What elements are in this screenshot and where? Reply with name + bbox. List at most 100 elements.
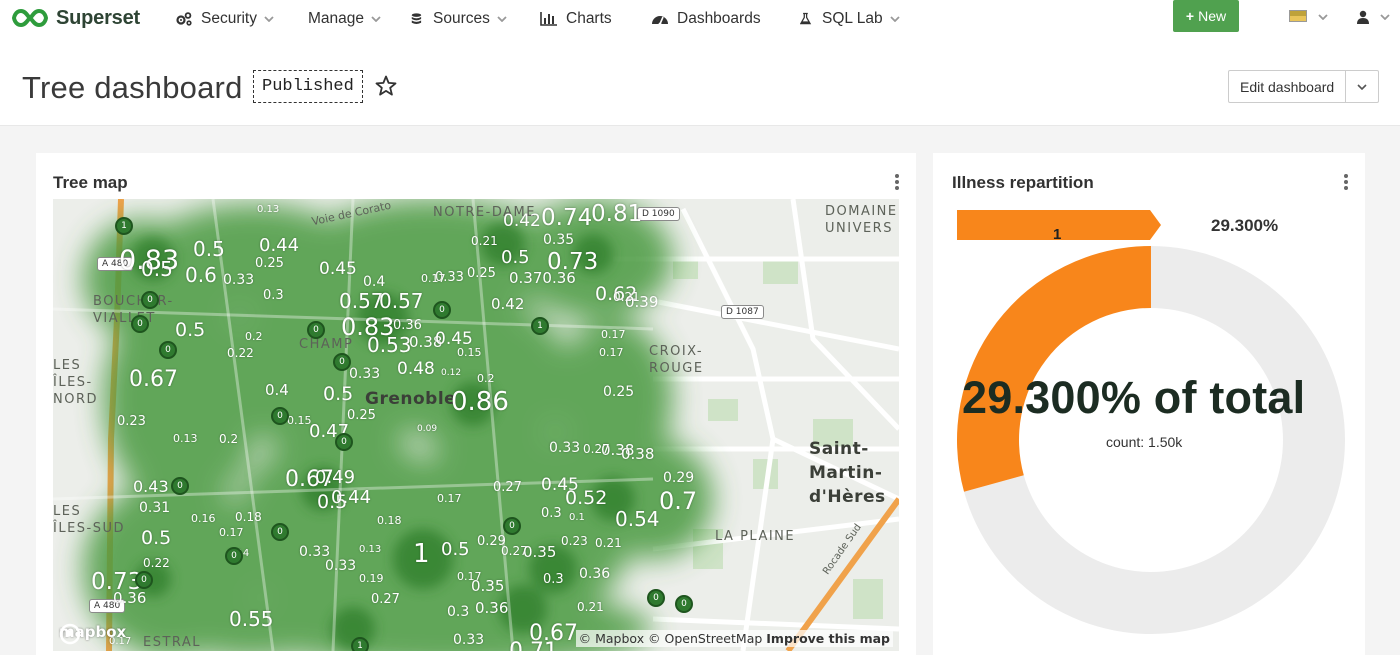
heat-value-label: 0.2 <box>219 432 239 446</box>
superset-infinity-icon <box>12 8 48 28</box>
heat-cluster-marker[interactable]: 0 <box>225 547 243 565</box>
more-vertical-icon[interactable] <box>894 173 900 191</box>
heat-value-label: 0.57 <box>339 289 384 313</box>
heat-value-label: 0.5 <box>193 237 225 261</box>
heat-value-label: 1 <box>413 539 430 569</box>
heat-cluster-marker[interactable]: 0 <box>271 523 289 541</box>
chevron-down-icon <box>371 16 381 22</box>
heat-value-label: 0.7 <box>659 487 698 515</box>
heat-cluster-marker[interactable]: 0 <box>647 589 665 607</box>
heat-value-label: 0.38 <box>621 445 655 463</box>
heat-value-label: 0.4 <box>363 274 386 290</box>
nav-sql-lab[interactable]: SQL Lab <box>800 8 900 30</box>
heat-value-label: 0.71 <box>509 641 558 652</box>
edit-dashboard-dropdown[interactable] <box>1346 71 1378 102</box>
heat-value-label: 0.17 <box>599 346 624 359</box>
nav-charts[interactable]: Charts <box>540 8 612 30</box>
heat-value-label: 0.3 <box>447 604 470 620</box>
heat-value-label: 0.39 <box>625 293 659 311</box>
heat-value-label: 0.3 <box>263 288 284 303</box>
nav-manage[interactable]: Manage <box>308 8 381 30</box>
heat-value-label: 0.370.36 <box>509 269 576 287</box>
heat-value-label: 0.21 <box>577 600 604 614</box>
heat-value-label: 0.3 <box>543 572 564 587</box>
heat-cluster-marker[interactable]: 0 <box>503 517 521 535</box>
count-text: count: 1.50k <box>1106 434 1183 450</box>
heat-value-label: 0.33 <box>453 632 485 648</box>
star-icon[interactable] <box>374 74 398 98</box>
heat-value-label: 0.17 <box>421 272 446 285</box>
chevron-down-icon <box>497 16 507 22</box>
dashboard-header: Tree dashboard Published Edit dashboard <box>0 40 1400 126</box>
edit-dashboard-button[interactable]: Edit dashboard <box>1229 71 1347 102</box>
heat-cluster-marker[interactable]: 0 <box>335 433 353 451</box>
heat-value-label: 0.5 <box>501 247 530 268</box>
heat-cluster-marker[interactable]: 0 <box>141 291 159 309</box>
heat-value-label: 0.1 <box>569 512 585 523</box>
heat-value-label: 0.21 <box>595 536 622 550</box>
heat-value-label: 0.21 <box>471 234 498 248</box>
road-badge: D 1087 <box>721 305 764 319</box>
heat-cluster-marker[interactable]: 0 <box>159 341 177 359</box>
heat-value-label: 0.27 <box>371 592 400 607</box>
user-icon[interactable] <box>1356 10 1370 24</box>
nav-charts-label: Charts <box>566 10 612 27</box>
heat-cluster-marker[interactable]: 1 <box>115 217 133 235</box>
chevron-down-icon <box>264 16 274 22</box>
heat-cluster-marker[interactable]: 0 <box>433 301 451 319</box>
nav-sql-lab-label: SQL Lab <box>822 10 883 27</box>
heat-cluster-marker[interactable]: 0 <box>675 595 693 613</box>
illness-title: Illness repartition <box>952 173 1094 192</box>
heat-value-label: 0.33 <box>325 558 357 574</box>
superset-logo[interactable]: Superset <box>12 4 140 32</box>
heat-cluster-marker[interactable]: 0 <box>171 477 189 495</box>
language-flag-icon[interactable] <box>1289 10 1307 22</box>
nav-security[interactable]: Security <box>175 8 274 30</box>
place-label: LA PLAINE <box>715 529 796 544</box>
new-button[interactable]: + New <box>1173 0 1239 32</box>
heat-value-label: 0.22 <box>227 346 254 360</box>
donut-chart[interactable] <box>956 245 1346 655</box>
database-icon <box>411 13 422 24</box>
heat-value-label: 0.27 <box>493 480 522 495</box>
attribution-text[interactable]: © Mapbox © OpenStreetMap <box>579 631 763 646</box>
heat-value-label: 0.19 <box>359 572 384 585</box>
map-attribution: © Mapbox © OpenStreetMap Improve this ma… <box>575 630 893 647</box>
chevron-down-icon[interactable] <box>1318 14 1328 20</box>
flask-icon <box>800 12 812 25</box>
status-badge[interactable]: Published <box>253 70 363 103</box>
tree-heatmap[interactable]: NOTRE-DAME DOMAINE UNIVERS BOUCHER-VIALL… <box>53 199 899 651</box>
heat-cluster-marker[interactable]: 0 <box>333 353 351 371</box>
more-vertical-icon[interactable] <box>1343 173 1349 191</box>
heat-value-label: 0.36 <box>113 589 147 607</box>
gears-icon <box>176 12 192 26</box>
heat-value-label: 0.17 <box>219 526 244 539</box>
place-label: Grenoble <box>365 389 457 409</box>
heat-cluster-marker[interactable]: 0 <box>135 571 153 589</box>
nav-sources[interactable]: Sources <box>411 8 507 30</box>
improve-map-link[interactable]: Improve this map <box>766 631 890 646</box>
heat-cluster-marker[interactable]: 1 <box>351 637 369 651</box>
place-label: LES ÎLES-SUD <box>53 504 126 536</box>
heat-cluster-marker[interactable]: 1 <box>531 317 549 335</box>
heat-cluster-marker[interactable]: 0 <box>271 407 289 425</box>
heat-value-label: 0.18 <box>377 514 402 527</box>
nav-dashboards-label: Dashboards <box>677 10 761 27</box>
heat-value-label: 0.15 <box>287 414 312 427</box>
heat-value-label: 0.4 <box>265 381 289 399</box>
chevron-down-icon[interactable] <box>1380 14 1390 20</box>
heat-value-label: 0.53 <box>367 333 412 357</box>
heat-value-label: 0.33 <box>549 440 581 456</box>
mapbox-logo[interactable]: mapbox <box>59 623 126 645</box>
plus-icon: + <box>1185 8 1195 24</box>
heat-value-label: 0.36 <box>475 599 509 617</box>
heat-value-label: 0.49 <box>315 467 356 488</box>
nav-dashboards[interactable]: Dashboards <box>651 8 761 30</box>
dashboard-title[interactable]: Tree dashboard <box>22 70 243 106</box>
heat-value-label: 0.22 <box>143 556 170 570</box>
heat-value-label: 0.5 <box>323 383 354 405</box>
heat-value-label: 0.33 <box>299 544 331 560</box>
heat-cluster-marker[interactable]: 0 <box>131 315 149 333</box>
heat-cluster-marker[interactable]: 0 <box>307 321 325 339</box>
heat-value-label: 0.29 <box>663 470 695 486</box>
